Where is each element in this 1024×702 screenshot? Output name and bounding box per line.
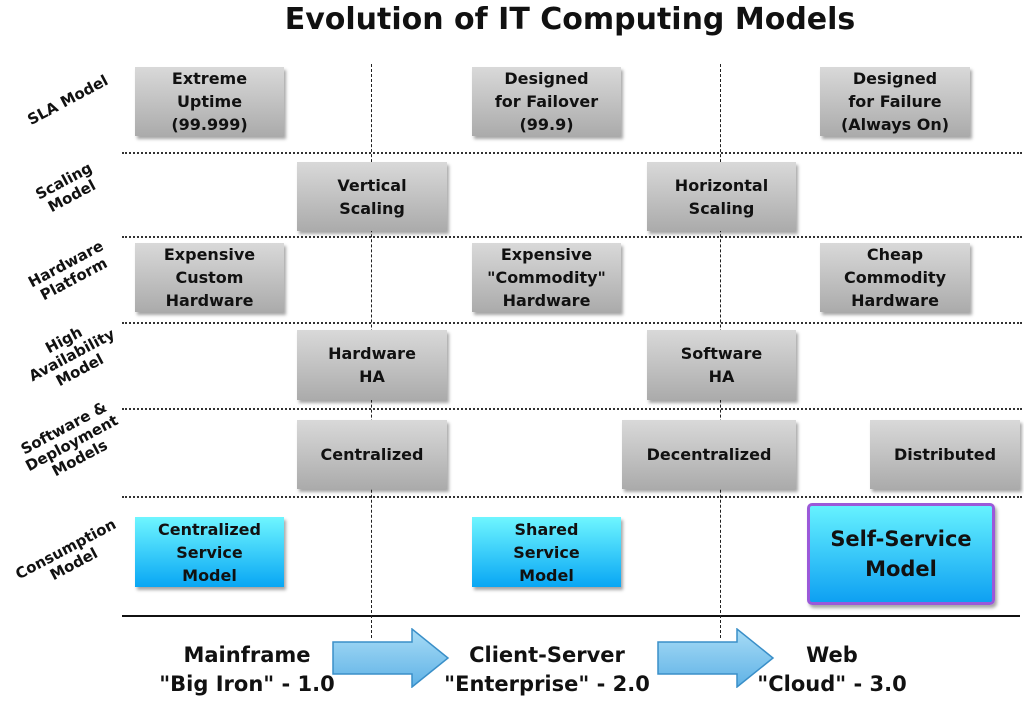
era-mainframe: Mainframe "Big Iron" - 1.0 <box>132 641 362 699</box>
box-vertical-scaling: Vertical Scaling <box>297 162 447 231</box>
box-designed-for-failure: Designed for Failure (Always On) <box>820 67 970 136</box>
box-distributed: Distributed <box>870 420 1020 489</box>
row-divider <box>122 322 1022 324</box>
box-centralized-service-model: Centralized Service Model <box>135 517 284 587</box>
row-label-sla-model: SLA Model <box>24 71 112 129</box>
box-expensive-commodity-hardware: Expensive "Commodity" Hardware <box>472 243 621 312</box>
row-divider <box>122 408 1022 410</box>
era-subtitle: "Big Iron" - 1.0 <box>159 672 335 696</box>
box-centralized: Centralized <box>297 420 447 489</box>
row-label-scaling-model: Scaling Model <box>32 158 99 217</box>
box-self-service-model: Self-Service Model <box>807 503 995 605</box>
arrow-right-icon <box>332 628 450 688</box>
timeline-baseline <box>122 615 1020 617</box>
arrow-right-icon <box>657 628 775 688</box>
era-name: Client-Server <box>469 643 625 667</box>
row-divider <box>122 496 1022 498</box>
box-extreme-uptime: Extreme Uptime (99.999) <box>135 67 284 136</box>
box-cheap-commodity-hardware: Cheap Commodity Hardware <box>820 243 970 312</box>
box-horizontal-scaling: Horizontal Scaling <box>647 162 796 231</box>
box-software-ha: Software HA <box>647 330 796 400</box>
diagram-title: Evolution of IT Computing Models <box>284 2 856 37</box>
box-decentralized: Decentralized <box>622 420 796 489</box>
box-hardware-ha: Hardware HA <box>297 330 447 400</box>
box-designed-for-failover: Designed for Failover (99.9) <box>472 67 621 136</box>
era-client-server: Client-Server "Enterprise" - 2.0 <box>432 641 662 699</box>
row-label-consumption-model: Consumption Model <box>12 514 120 585</box>
row-divider <box>122 236 1022 238</box>
row-divider <box>122 152 1022 154</box>
era-subtitle: "Enterprise" - 2.0 <box>444 672 650 696</box>
box-shared-service-model: Shared Service Model <box>472 517 621 587</box>
box-expensive-custom-hardware: Expensive Custom Hardware <box>135 243 284 312</box>
era-name: Mainframe <box>183 643 311 667</box>
